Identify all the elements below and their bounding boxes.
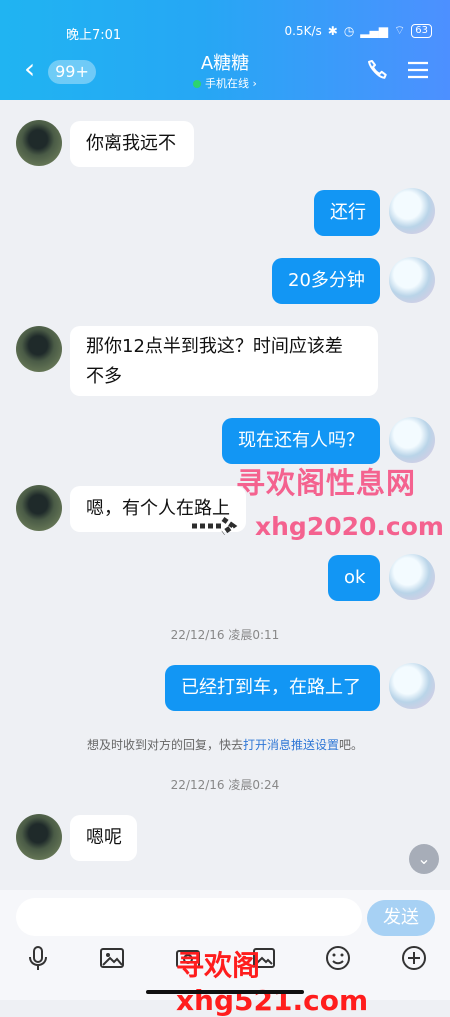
push-settings-notice: 想及时收到对方的回复，快去打开消息推送设置吧。 — [0, 736, 450, 753]
incoming-message[interactable]: 嗯呢 — [70, 815, 137, 861]
contact-avatar[interactable] — [16, 120, 62, 166]
image-icon[interactable] — [98, 944, 126, 972]
outgoing-message[interactable]: 还行 — [314, 190, 380, 236]
message-timestamp: 22/12/16 凌晨0:24 — [170, 778, 280, 792]
online-status[interactable]: 手机在线 › — [150, 77, 300, 91]
status-time: 晚上7:01 — [66, 28, 122, 43]
microphone-icon[interactable] — [24, 944, 52, 972]
signal-icon: ▂▄▆ — [360, 23, 388, 38]
scroll-down-button[interactable]: ⌄ — [409, 844, 439, 874]
phone-icon[interactable] — [366, 58, 390, 82]
battery-icon: 63 — [411, 23, 432, 38]
notice-prefix: 想及时收到对方的回复，快去 — [86, 738, 243, 752]
push-settings-link[interactable]: 打开消息推送设置 — [243, 738, 339, 752]
watermark-chinese: 寻欢阁性息网 — [236, 466, 417, 500]
message-input[interactable] — [16, 898, 362, 936]
chevron-left-icon: ‹ — [24, 52, 36, 85]
watermark-domain: xhg2020.com — [255, 512, 444, 541]
message-line: 那你12点半到我这？时间应该差 — [86, 336, 343, 357]
outgoing-message[interactable]: ok — [328, 555, 380, 601]
watermark-arrow-icon — [192, 516, 238, 536]
user-avatar[interactable] — [389, 188, 435, 234]
user-avatar[interactable] — [389, 554, 435, 600]
incoming-message[interactable]: 你离我远不 — [70, 121, 194, 167]
wifi-icon: ⌔ — [393, 23, 406, 37]
home-indicator[interactable] — [146, 990, 304, 994]
send-button[interactable]: 发送 — [367, 900, 435, 936]
contact-avatar[interactable] — [16, 485, 62, 531]
menu-icon[interactable] — [407, 60, 429, 80]
bluetooth-icon: ✱ — [327, 23, 338, 38]
message-line: 不多 — [86, 366, 122, 387]
contact-avatar[interactable] — [16, 326, 62, 372]
alarm-icon: ◷ — [343, 23, 355, 38]
chat-header: 晚上7:01 0.5K/s ✱ ◷ ▂▄▆ ⌔ 63 ‹ 99+ A糖糖 手机在… — [0, 0, 450, 100]
outgoing-message[interactable]: 20多分钟 — [272, 258, 380, 304]
notice-suffix: 吧。 — [339, 738, 364, 752]
user-avatar[interactable] — [389, 417, 435, 463]
chevron-down-icon: ⌄ — [417, 849, 431, 868]
outgoing-message[interactable]: 现在还有人吗？ — [222, 418, 380, 464]
message-timestamp: 22/12/16 凌晨0:11 — [170, 628, 280, 642]
bottom-watermark: 寻欢阁xhg521.com — [176, 949, 369, 1017]
user-avatar[interactable] — [389, 257, 435, 303]
status-indicators: 0.5K/s ✱ ◷ ▂▄▆ ⌔ 63 — [284, 23, 432, 38]
incoming-message[interactable]: 那你12点半到我这？时间应该差 不多 — [70, 326, 378, 396]
online-dot — [193, 80, 202, 88]
unread-count-badge[interactable]: 99+ — [48, 60, 96, 84]
user-avatar[interactable] — [389, 663, 435, 709]
online-status-label: 手机在线 › — [205, 77, 257, 90]
back-button[interactable]: ‹ — [24, 55, 42, 83]
status-bar: 晚上7:01 0.5K/s ✱ ◷ ▂▄▆ ⌔ 63 — [0, 0, 450, 43]
outgoing-message[interactable]: 已经打到车，在路上了 — [165, 665, 380, 711]
contact-avatar[interactable] — [16, 814, 62, 860]
network-speed: 0.5K/s — [284, 23, 322, 38]
contact-name[interactable]: A糖糖 — [150, 52, 300, 76]
